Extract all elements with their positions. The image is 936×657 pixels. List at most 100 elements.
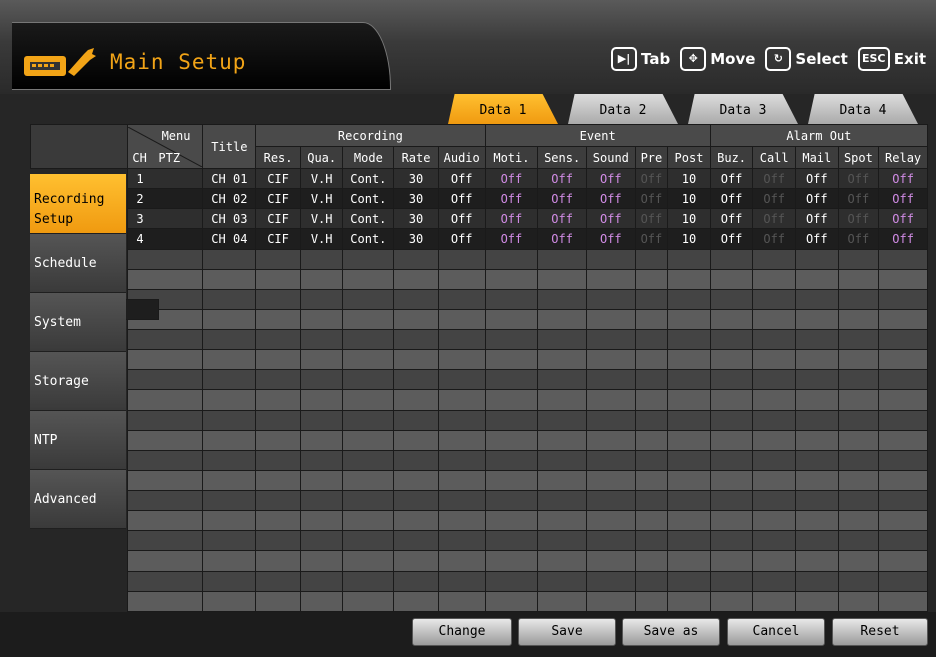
cell-mode xyxy=(342,268,395,290)
cell-buz[interactable]: Off xyxy=(709,188,754,210)
move-arrows-icon: ✥ xyxy=(680,47,707,71)
cell-post[interactable]: 10 xyxy=(667,167,711,190)
cell-buz[interactable]: Off xyxy=(709,167,754,190)
col-relay: Relay xyxy=(878,146,928,169)
cell-pre[interactable]: Off xyxy=(634,208,669,230)
cell-qua[interactable]: V.H xyxy=(299,188,344,210)
sidebar-item-recording-setup[interactable]: Recording Setup xyxy=(30,174,126,234)
sidebar-item-ntp[interactable]: NTP xyxy=(30,411,126,470)
cell-moti[interactable]: Off xyxy=(484,228,539,250)
cell-buz xyxy=(709,469,754,492)
tab-data-3[interactable]: Data 3 xyxy=(688,94,798,124)
sidebar-item-system[interactable]: System xyxy=(30,293,126,352)
cell-rate[interactable]: 30 xyxy=(393,228,439,250)
cell-res[interactable]: CIF xyxy=(255,167,301,190)
save-button[interactable]: Save xyxy=(518,618,616,646)
cell-rate[interactable]: 30 xyxy=(393,188,439,210)
cell-ch[interactable]: 1 xyxy=(127,167,204,190)
cell-pre[interactable]: Off xyxy=(634,228,669,250)
sidebar-item-schedule[interactable]: Schedule xyxy=(30,234,126,293)
cell-mode[interactable]: Cont. xyxy=(342,188,395,210)
cell-post[interactable]: 10 xyxy=(667,208,711,230)
cell-audio[interactable]: Off xyxy=(437,228,486,250)
cell-res[interactable]: CIF xyxy=(255,208,301,230)
cell-moti[interactable]: Off xyxy=(484,188,539,210)
cell-ch[interactable]: 3 xyxy=(127,208,204,230)
reset-button[interactable]: Reset xyxy=(832,618,928,646)
cell-mail[interactable]: Off xyxy=(795,208,839,230)
cell-audio[interactable]: Off xyxy=(437,167,486,190)
cell-mail[interactable]: Off xyxy=(795,228,839,250)
cell-sound[interactable]: Off xyxy=(585,228,636,250)
change-button[interactable]: Change xyxy=(412,618,512,646)
cell-title[interactable]: CH 03 xyxy=(202,208,257,230)
cell-call xyxy=(752,570,796,592)
cell-spot[interactable]: Off xyxy=(837,188,880,210)
cell-res[interactable]: CIF xyxy=(255,228,301,250)
cell-relay[interactable]: Off xyxy=(878,208,928,230)
cell-relay[interactable]: Off xyxy=(878,188,928,210)
cell-res[interactable]: CIF xyxy=(255,188,301,210)
cell-ch[interactable]: 2 xyxy=(127,188,204,210)
esc-key-icon: ESC xyxy=(857,47,890,71)
cell-sound[interactable]: Off xyxy=(585,167,636,190)
cell-buz[interactable]: Off xyxy=(709,228,754,250)
tab-data-2[interactable]: Data 2 xyxy=(568,94,678,124)
cell-mode[interactable]: Cont. xyxy=(342,167,395,190)
cell-sound xyxy=(585,328,636,351)
table-row[interactable]: 1 CH 01 CIF V.H Cont. 30 Off Off Off Off Off 10 Off O… xyxy=(31,167,928,320)
cell-qua[interactable]: V.H xyxy=(299,208,344,230)
cell-sound xyxy=(585,288,636,310)
cell-post[interactable]: 10 xyxy=(667,228,711,250)
cell-spot[interactable]: Off xyxy=(837,228,880,250)
cell-ch[interactable]: 4 xyxy=(127,228,204,250)
cell-rate[interactable]: 30 xyxy=(393,208,439,230)
cell-sens[interactable]: Off xyxy=(537,188,587,210)
cell-qua[interactable]: V.H xyxy=(299,228,344,250)
cell-post[interactable]: 10 xyxy=(667,188,711,210)
table-row[interactable]: 3 CH 03 CIF V.H Cont. 30 Off Off Off Off Off 10 Off O… xyxy=(31,208,928,320)
table-row[interactable]: 2 CH 02 CIF V.H Cont. 30 Off Off Off Off Off 10 Off O… xyxy=(31,188,928,320)
cell-sens[interactable]: Off xyxy=(537,208,587,230)
cell-spot[interactable]: Off xyxy=(837,208,880,230)
cell-title[interactable]: CH 04 xyxy=(202,228,257,250)
cell-pre[interactable]: Off xyxy=(634,188,669,210)
tab-data-4[interactable]: Data 4 xyxy=(808,94,918,124)
cell-call[interactable]: Off xyxy=(752,167,796,190)
cell-sens[interactable]: Off xyxy=(537,228,587,250)
cell-relay[interactable]: Off xyxy=(878,167,928,190)
cell-audio[interactable]: Off xyxy=(437,208,486,230)
cell-moti[interactable]: Off xyxy=(484,167,539,190)
menu-label: Menu xyxy=(161,128,191,143)
cell-relay[interactable]: Off xyxy=(878,228,928,250)
cell-mode[interactable]: Cont. xyxy=(342,228,395,250)
sidebar-item-storage[interactable]: Storage xyxy=(30,352,126,411)
cell-spot[interactable]: Off xyxy=(837,167,880,190)
cell-sound[interactable]: Off xyxy=(585,208,636,230)
sidebar-item-advanced[interactable]: Advanced xyxy=(30,470,126,529)
cell-qua xyxy=(299,489,344,512)
cell-mode[interactable]: Cont. xyxy=(342,208,395,230)
tab-data-1[interactable]: Data 1 xyxy=(448,94,558,124)
cell-sound[interactable]: Off xyxy=(585,188,636,210)
cell-qua[interactable]: V.H xyxy=(299,167,344,190)
cell-title[interactable]: CH 02 xyxy=(202,188,257,210)
cell-title[interactable]: CH 01 xyxy=(202,167,257,190)
cell-mode xyxy=(342,308,395,331)
cell-rate[interactable]: 30 xyxy=(393,167,439,190)
cancel-button[interactable]: Cancel xyxy=(727,618,825,646)
cell-call[interactable]: Off xyxy=(752,188,796,210)
cell-audio[interactable]: Off xyxy=(437,188,486,210)
save-as-button[interactable]: Save as xyxy=(622,618,720,646)
table-row[interactable]: 4 CH 04 CIF V.H Cont. 30 Off Off Off Off Off 10 Off O… xyxy=(31,228,928,320)
cell-sens[interactable]: Off xyxy=(537,167,587,190)
cell-pre[interactable]: Off xyxy=(634,167,669,190)
cell-call[interactable]: Off xyxy=(752,228,796,250)
cell-mail[interactable]: Off xyxy=(795,167,839,190)
cell-mail[interactable]: Off xyxy=(795,188,839,210)
cell-buz xyxy=(709,349,754,371)
cell-buz[interactable]: Off xyxy=(709,208,754,230)
cell-title xyxy=(202,389,257,411)
cell-moti[interactable]: Off xyxy=(484,208,539,230)
cell-call[interactable]: Off xyxy=(752,208,796,230)
